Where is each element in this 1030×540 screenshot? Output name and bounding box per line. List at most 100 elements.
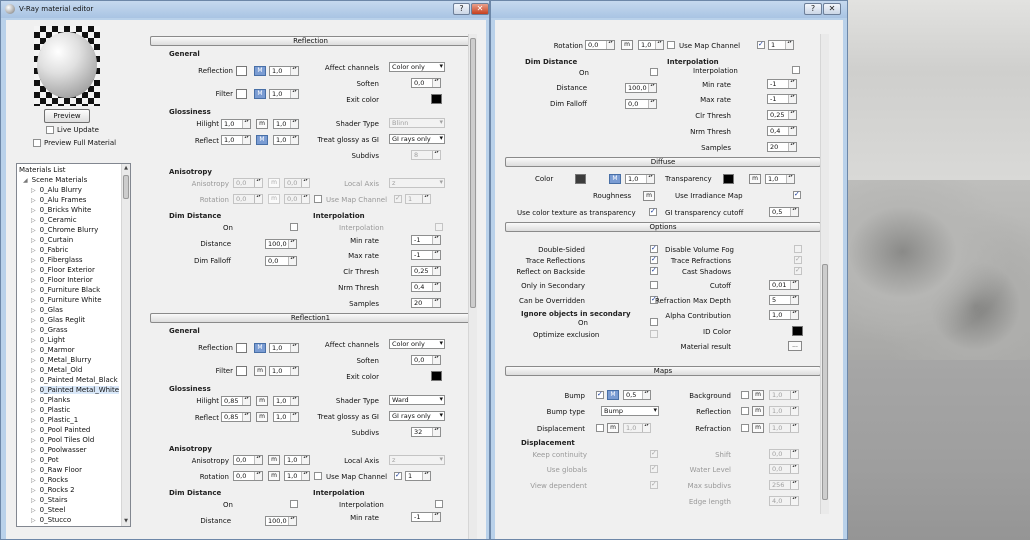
list-item[interactable]: ▷ 0_Curtain: [31, 235, 73, 245]
trace-refractions-checkbox[interactable]: [794, 255, 802, 264]
soften-value[interactable]: 0,0: [411, 78, 441, 88]
list-item[interactable]: ▷ 0_Glas: [31, 305, 63, 315]
expand-icon[interactable]: ▷: [31, 247, 36, 254]
r-on-checkbox[interactable]: [650, 68, 658, 76]
tree-scrollbar[interactable]: ▲ ▼: [121, 164, 130, 526]
anisotropy1-value[interactable]: 0,0: [233, 455, 263, 465]
rotation1-value[interactable]: 0,0: [233, 471, 263, 481]
r-map-channel-value[interactable]: 1: [768, 40, 794, 50]
hilight-map-button[interactable]: m: [256, 119, 268, 129]
r-distance-value[interactable]: 100,0: [625, 83, 657, 93]
list-item[interactable]: ▷ 0_Poolwasser: [31, 445, 87, 455]
filter-map-button[interactable]: M: [254, 89, 266, 99]
anisotropy1-map-button[interactable]: m: [268, 455, 280, 465]
expand-icon[interactable]: ▷: [31, 427, 36, 434]
anisotropy-map-button[interactable]: m: [268, 178, 280, 188]
refraction-map-value[interactable]: 1,0: [769, 423, 799, 433]
reflection-map-button[interactable]: M: [254, 66, 266, 76]
list-item[interactable]: ▷ 0_Alu Frames: [31, 195, 86, 205]
list-item[interactable]: ▷ 0_Alu Blurry: [31, 185, 82, 195]
diffuse-color-swatch[interactable]: [575, 174, 586, 184]
close-button[interactable]: ✕: [471, 3, 489, 15]
params-scrollbar[interactable]: [468, 34, 477, 539]
min-rate-value[interactable]: -1: [411, 235, 441, 245]
live-update-checkbox[interactable]: [46, 126, 54, 134]
cast-shadows-checkbox[interactable]: [794, 266, 802, 275]
disable-fog-checkbox[interactable]: [794, 245, 802, 253]
expand-icon[interactable]: ▷: [31, 517, 36, 524]
expand-icon[interactable]: ▷: [31, 497, 36, 504]
affect-channels1-dropdown[interactable]: Color only: [389, 339, 445, 349]
subdivs-value[interactable]: 8: [411, 150, 441, 160]
diffuse-map-button[interactable]: M: [609, 174, 621, 184]
r-use-map-channel-checkbox[interactable]: [667, 41, 675, 49]
refraction-map-checkbox[interactable]: [741, 424, 749, 432]
distance1-value[interactable]: 100,0: [265, 516, 297, 526]
map-channel1-value[interactable]: 1: [405, 471, 431, 481]
displacement-value[interactable]: 1,0: [623, 423, 651, 433]
use-map-channel1-checkbox[interactable]: [314, 472, 322, 480]
params-scrollbar-2[interactable]: [820, 34, 829, 514]
background-checkbox[interactable]: [741, 391, 749, 399]
expand-icon[interactable]: ▷: [31, 417, 36, 424]
expand-icon[interactable]: ▷: [31, 377, 36, 384]
hilight-value[interactable]: 1,0: [221, 119, 251, 129]
filter-amount[interactable]: 1,0: [269, 89, 299, 99]
r-samples-value[interactable]: 20: [767, 142, 797, 152]
expand-icon[interactable]: ▷: [31, 327, 36, 334]
background-map-button[interactable]: m: [752, 390, 764, 400]
expand-icon[interactable]: ▷: [31, 287, 36, 294]
diffuse-amount[interactable]: 1,0: [625, 174, 655, 184]
exit-color1-swatch[interactable]: [431, 371, 442, 381]
reflect1-amount[interactable]: 1,0: [273, 412, 299, 422]
interp1-checkbox[interactable]: [435, 500, 443, 508]
max-rate-value[interactable]: -1: [411, 250, 441, 260]
expand-icon[interactable]: ▷: [31, 507, 36, 514]
id-color-swatch[interactable]: [792, 326, 803, 336]
expand-icon[interactable]: ▷: [31, 257, 36, 264]
r-rotation-map-button[interactable]: m: [621, 40, 633, 50]
list-item[interactable]: ▷ 0_Pot: [31, 455, 59, 465]
use-irradiance-checkbox[interactable]: [793, 190, 801, 199]
local-axis1-dropdown[interactable]: z: [389, 455, 445, 465]
expand-icon[interactable]: ▷: [31, 367, 36, 374]
hilight1-value[interactable]: 0,85: [221, 396, 251, 406]
reflection1-rollout[interactable]: Reflection1: [150, 313, 471, 323]
material-result-button[interactable]: ...: [788, 341, 802, 351]
nrm-thresh-value[interactable]: 0,4: [411, 282, 441, 292]
r-interp-checkbox[interactable]: [792, 66, 800, 74]
bump-map-button[interactable]: M: [607, 390, 619, 400]
list-item[interactable]: ▷ 0_Glas Reglit: [31, 315, 85, 325]
roughness-map-button[interactable]: m: [643, 191, 655, 201]
reflection-map-slot[interactable]: m: [752, 406, 764, 416]
expand-icon[interactable]: ▷: [31, 307, 36, 314]
hilight1-map-button[interactable]: m: [256, 396, 268, 406]
reflection-color-swatch[interactable]: [236, 66, 247, 76]
expand-icon[interactable]: ▷: [31, 447, 36, 454]
min-rate1-value[interactable]: -1: [411, 512, 441, 522]
transparency-swatch[interactable]: [723, 174, 734, 184]
dim-falloff-value[interactable]: 0,0: [265, 256, 297, 266]
map-channel-enabled-checkbox[interactable]: [394, 194, 402, 203]
bump-checkbox[interactable]: [596, 390, 604, 399]
list-item[interactable]: ▷ 0_Bricks White: [31, 205, 91, 215]
bump-value[interactable]: 0,5: [623, 390, 651, 400]
expand-icon[interactable]: ▷: [31, 297, 36, 304]
scroll-thumb[interactable]: [123, 175, 129, 199]
distance-value[interactable]: 100,0: [265, 239, 297, 249]
list-item[interactable]: ▷ 0_Floor Exterior: [31, 265, 95, 275]
glossy-gi1-dropdown[interactable]: GI rays only: [389, 411, 445, 421]
list-item[interactable]: ▷ 0_Light: [31, 335, 65, 345]
expand-icon[interactable]: ▷: [31, 477, 36, 484]
reflect-value[interactable]: 1,0: [221, 135, 251, 145]
list-item[interactable]: ▷ 0_Grass: [31, 325, 67, 335]
transparency-amount[interactable]: 1,0: [765, 174, 795, 184]
refr-depth-value[interactable]: 5: [769, 295, 799, 305]
list-item[interactable]: ▷ 0_Furniture White: [31, 295, 102, 305]
expand-icon[interactable]: ▷: [31, 277, 36, 284]
list-item[interactable]: ▷ 0_Stairs: [31, 495, 68, 505]
reflection-map-value[interactable]: 1,0: [769, 406, 799, 416]
close-button-2[interactable]: ✕: [823, 3, 841, 15]
expand-icon[interactable]: ▷: [31, 207, 36, 214]
expand-icon[interactable]: ▷: [31, 437, 36, 444]
